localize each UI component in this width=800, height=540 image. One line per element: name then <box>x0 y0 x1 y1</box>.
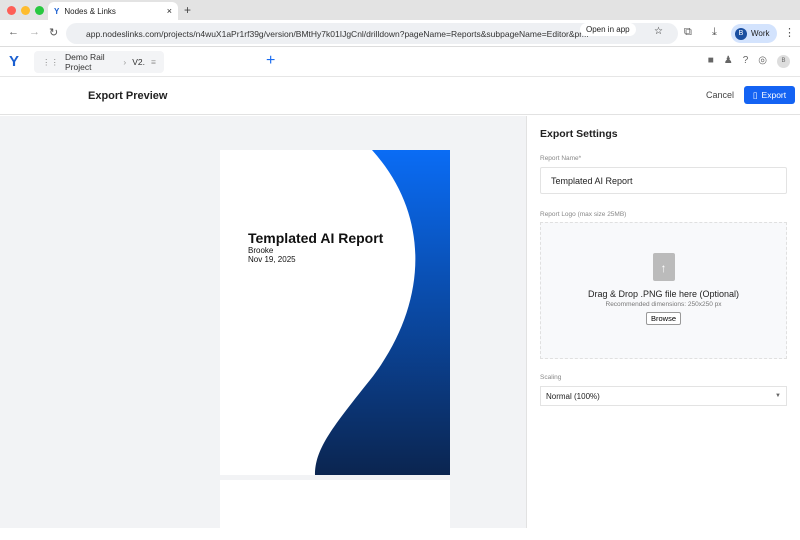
list-icon[interactable]: ≡ <box>151 57 156 67</box>
open-in-app-button[interactable]: Open in app <box>580 23 636 36</box>
grid-icon: ⋮⋮ <box>42 56 59 67</box>
app-logo-icon: Y <box>54 6 60 16</box>
profile-avatar: B <box>735 27 747 40</box>
version-name[interactable]: V2. <box>132 57 145 67</box>
more-menu-icon[interactable]: ⋮ <box>784 26 795 39</box>
profile-button[interactable]: B Work <box>731 24 777 43</box>
scaling-label: Scaling <box>540 374 562 381</box>
help-icon[interactable]: ? <box>743 55 749 68</box>
browser-tab[interactable]: Y Nodes & Links × <box>48 2 178 20</box>
browse-button[interactable]: Browse <box>645 312 681 325</box>
export-toolbar: Export Preview Cancel ▯ Export <box>0 78 800 115</box>
report-author: Brooke <box>248 246 274 255</box>
project-breadcrumb[interactable]: ⋮⋮ Demo Rail Project › V2. ≡ <box>34 51 164 73</box>
close-window-button[interactable] <box>7 6 16 15</box>
export-settings-panel: Export Settings Report Name* Templated A… <box>526 116 800 528</box>
scaling-value: Normal (100%) <box>546 391 600 401</box>
cancel-button[interactable]: Cancel <box>706 90 734 100</box>
export-button[interactable]: ▯ Export <box>744 86 795 104</box>
project-name[interactable]: Demo Rail Project <box>65 52 117 72</box>
dropzone-hint: Recommended dimensions: 250x250 px <box>605 301 722 308</box>
report-date: Nov 19, 2025 <box>248 255 296 264</box>
file-upload-icon: ↑ <box>652 253 675 281</box>
briefcase-icon[interactable]: ■ <box>708 55 714 68</box>
scaling-select[interactable]: Normal (100%) ▼ <box>540 386 787 406</box>
url-text: app.nodeslinks.com/projects/n4wuX1aPr1rf… <box>86 28 589 39</box>
user-settings-icon[interactable]: ♟ <box>724 55 733 68</box>
browser-tab-bar: Y Nodes & Links × + <box>0 0 800 20</box>
chevron-down-icon: ▼ <box>775 393 781 399</box>
globe-icon[interactable]: ◎ <box>758 55 767 68</box>
download-icon[interactable]: ⤓ <box>712 26 717 39</box>
report-name-label: Report Name* <box>540 155 582 162</box>
bookmark-star-icon[interactable]: ☆ <box>654 26 663 37</box>
maximize-window-button[interactable] <box>35 6 44 15</box>
reload-icon[interactable]: ↻ <box>49 26 58 39</box>
minimize-window-button[interactable] <box>21 6 30 15</box>
new-tab-button[interactable]: + <box>184 3 191 17</box>
page-title: Export Preview <box>88 90 168 102</box>
report-name-input[interactable]: Templated AI Report <box>540 167 787 194</box>
app-logo-icon[interactable]: Y <box>9 53 19 70</box>
export-label: Export <box>761 90 787 100</box>
avatar[interactable]: B <box>777 55 790 68</box>
add-icon[interactable]: + <box>266 52 275 70</box>
report-cover-page: Templated AI Report Brooke Nov 19, 2025 <box>220 150 450 475</box>
extensions-icon[interactable]: ⧉ <box>684 26 692 39</box>
logo-dropzone[interactable]: ↑ Drag & Drop .PNG file here (Optional) … <box>540 222 787 359</box>
settings-heading: Export Settings <box>540 128 618 140</box>
close-tab-icon[interactable]: × <box>167 6 172 16</box>
address-bar-row: ← → ↻ app.nodeslinks.com/projects/n4wuX1… <box>0 20 800 47</box>
tab-title: Nodes & Links <box>64 6 116 16</box>
preview-area[interactable]: Templated AI Report Brooke Nov 19, 2025 <box>0 116 526 540</box>
profile-label: Work <box>751 29 770 38</box>
app-header: Y ⋮⋮ Demo Rail Project › V2. ≡ + ■ ♟? ◎ B <box>0 48 800 77</box>
report-logo-label: Report Logo (max size 25MB) <box>540 211 627 218</box>
pdf-icon: ▯ <box>752 89 758 100</box>
report-second-page <box>220 480 450 540</box>
back-icon[interactable]: ← <box>8 26 19 38</box>
dropzone-text: Drag & Drop .PNG file here (Optional) <box>587 289 740 299</box>
report-title: Templated AI Report <box>248 230 384 246</box>
forward-icon[interactable]: → <box>29 26 40 38</box>
cover-wave-graphic <box>315 150 450 475</box>
